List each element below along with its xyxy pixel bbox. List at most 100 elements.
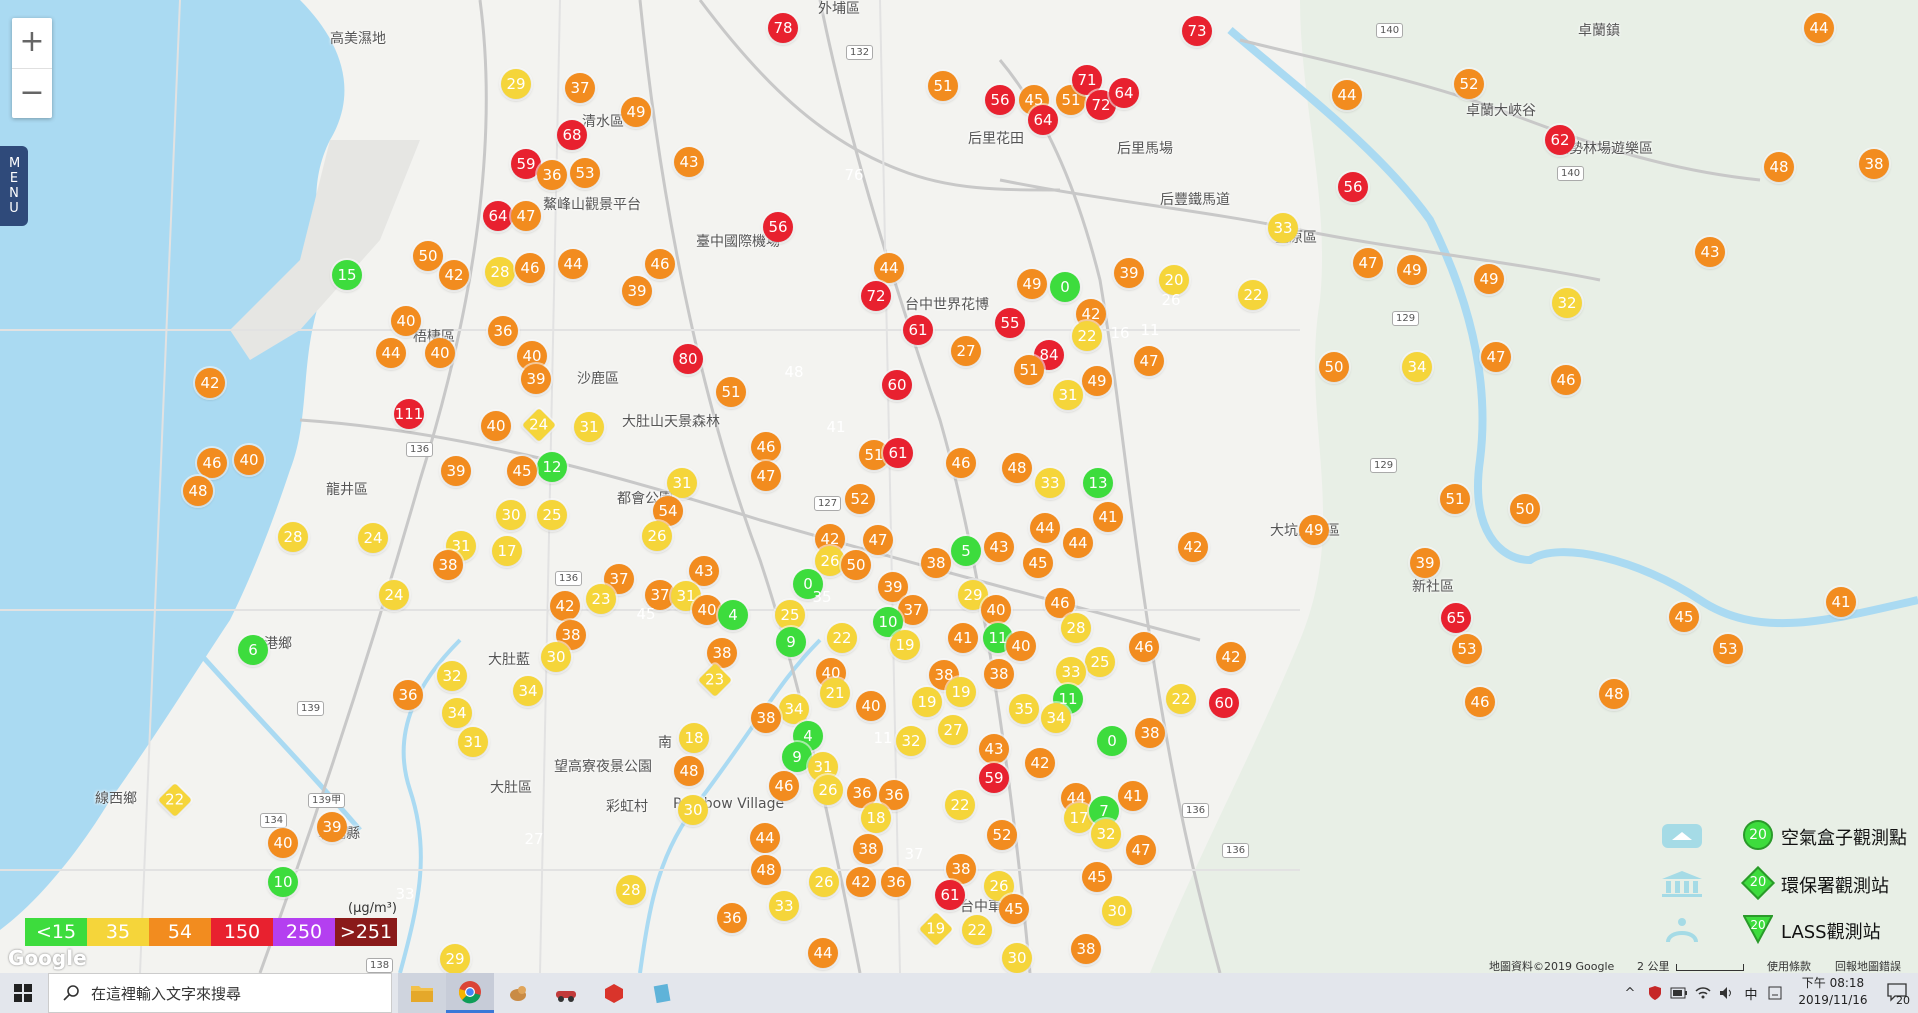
airbox-marker[interactable]: 49 [621, 97, 651, 127]
airbox-marker[interactable]: 6 [238, 635, 268, 665]
airbox-marker[interactable]: 36 [881, 867, 911, 897]
airbox-marker[interactable]: 60 [882, 370, 912, 400]
airbox-marker[interactable]: 46 [515, 253, 545, 283]
airbox-marker[interactable]: 55 [995, 308, 1025, 338]
airbox-marker[interactable]: 48 [751, 855, 781, 885]
airbox-marker[interactable]: 47 [511, 201, 541, 231]
airbox-marker[interactable]: 111 [394, 399, 424, 429]
app-button-1[interactable] [494, 973, 542, 1013]
airbox-marker[interactable]: 41 [948, 623, 978, 653]
airbox-marker[interactable]: 78 [768, 13, 798, 43]
airbox-marker[interactable]: 5 [951, 536, 981, 566]
airbox-marker[interactable]: 46 [197, 448, 227, 478]
airbox-marker[interactable]: 22 [962, 915, 992, 945]
airbox-marker[interactable]: 47 [1126, 835, 1156, 865]
airbox-marker[interactable]: 42 [1025, 748, 1055, 778]
airbox-marker[interactable]: 47 [863, 525, 893, 555]
airbox-marker[interactable]: 80 [673, 344, 703, 374]
airbox-marker[interactable]: 73 [1182, 16, 1212, 46]
airbox-marker[interactable]: 13 [1083, 468, 1113, 498]
taskbar-search-box[interactable]: 在這裡輸入文字來搜尋 [48, 973, 392, 1013]
airbox-marker[interactable]: 48 [1002, 453, 1032, 483]
airbox-marker[interactable]: 31 [458, 727, 488, 757]
airbox-marker[interactable]: 24 [379, 580, 409, 610]
airbox-marker[interactable]: 26 [813, 775, 843, 805]
airbox-marker[interactable]: 22 [1166, 684, 1196, 714]
airbox-marker[interactable]: 22 [827, 623, 857, 653]
airbox-marker[interactable]: 61 [935, 880, 965, 910]
airbox-marker[interactable]: 40 [268, 828, 298, 858]
airbox-marker[interactable]: 39 [521, 364, 551, 394]
airbox-marker[interactable]: 40 [391, 306, 421, 336]
airbox-marker[interactable]: 44 [1804, 13, 1834, 43]
airbox-marker[interactable]: 46 [946, 448, 976, 478]
airbox-marker[interactable]: 43 [674, 147, 704, 177]
lass-station-marker[interactable]: 11 [866, 727, 900, 757]
airbox-marker[interactable]: 65 [1441, 603, 1471, 633]
report-error-link[interactable]: 回報地圖錯誤 [1835, 958, 1901, 973]
system-clock[interactable]: 下午 08:18 2019/11/16 [1790, 975, 1876, 1009]
airbox-marker[interactable]: 48 [674, 756, 704, 786]
map-canvas[interactable]: 高美濕地 清水區 鰲峰山觀景平台 梧棲區 沙鹿區 大肚山天景森林 龍井區 都會公園 大肚藍 大肚區… [0, 0, 1918, 973]
airbox-marker[interactable]: 33 [769, 891, 799, 921]
airbox-marker[interactable]: 36 [488, 316, 518, 346]
airbox-marker[interactable]: 44 [1030, 513, 1060, 543]
airbox-marker[interactable]: 19 [946, 677, 976, 707]
airbox-marker[interactable]: 40 [981, 595, 1011, 625]
airbox-marker[interactable]: 45 [999, 894, 1029, 924]
airbox-marker[interactable]: 44 [1063, 528, 1093, 558]
airbox-marker[interactable]: 23 [586, 584, 616, 614]
airbox-marker[interactable]: 51 [716, 377, 746, 407]
lass-station-marker[interactable]: 26 [1154, 289, 1188, 319]
airbox-marker[interactable]: 9 [776, 627, 806, 657]
airbox-marker[interactable]: 24 [358, 523, 388, 553]
airbox-marker[interactable]: 50 [1510, 494, 1540, 524]
airbox-marker[interactable]: 38 [921, 548, 951, 578]
airbox-marker[interactable]: 38 [433, 550, 463, 580]
airbox-marker[interactable]: 72 [861, 281, 891, 311]
airbox-marker[interactable]: 46 [1465, 687, 1495, 717]
airbox-marker[interactable]: 47 [751, 461, 781, 491]
airbox-marker[interactable]: 34 [513, 676, 543, 706]
airbox-marker[interactable]: 25 [775, 600, 805, 630]
lass-station-marker[interactable]: 35 [805, 586, 839, 616]
airbox-marker[interactable]: 30 [1002, 943, 1032, 973]
airbox-marker[interactable]: 39 [441, 456, 471, 486]
lass-station-marker[interactable]: 27 [517, 828, 551, 858]
airbox-marker[interactable]: 25 [1085, 647, 1115, 677]
airbox-marker[interactable]: 17 [492, 536, 522, 566]
airbox-marker[interactable]: 33 [1056, 657, 1086, 687]
airbox-marker[interactable]: 59 [979, 763, 1009, 793]
airbox-marker[interactable]: 46 [769, 771, 799, 801]
airbox-marker[interactable]: 29 [440, 944, 470, 973]
airbox-marker[interactable]: 38 [1135, 718, 1165, 748]
airbox-marker[interactable]: 27 [951, 336, 981, 366]
airbox-marker[interactable]: 43 [984, 532, 1014, 562]
airbox-marker[interactable]: 50 [1319, 352, 1349, 382]
airbox-marker[interactable]: 56 [1338, 172, 1368, 202]
airbox-marker[interactable]: 44 [1332, 80, 1362, 110]
airbox-marker[interactable]: 53 [570, 158, 600, 188]
lass-station-marker[interactable]: 76 [837, 164, 871, 194]
airbox-marker[interactable]: 56 [985, 85, 1015, 115]
airbox-marker[interactable]: 34 [1041, 703, 1071, 733]
airbox-marker[interactable]: 22 [1238, 280, 1268, 310]
airbox-marker[interactable]: 32 [1552, 288, 1582, 318]
airbox-marker[interactable]: 40 [856, 691, 886, 721]
airbox-marker[interactable]: 40 [1006, 631, 1036, 661]
airbox-marker[interactable]: 32 [437, 661, 467, 691]
airbox-marker[interactable]: 10 [268, 867, 298, 897]
airbox-marker[interactable]: 18 [861, 803, 891, 833]
airbox-marker[interactable]: 51 [1014, 355, 1044, 385]
airbox-marker[interactable]: 39 [1410, 548, 1440, 578]
airbox-marker[interactable]: 47 [1134, 346, 1164, 376]
airbox-marker[interactable]: 29 [501, 69, 531, 99]
airbox-marker[interactable]: 42 [1216, 642, 1246, 672]
airbox-marker[interactable]: 41 [1118, 781, 1148, 811]
airbox-marker[interactable]: 32 [896, 726, 926, 756]
airbox-marker[interactable]: 44 [376, 338, 406, 368]
tray-security-button[interactable] [1644, 973, 1666, 1013]
airbox-marker[interactable]: 38 [984, 659, 1014, 689]
airbox-marker[interactable]: 38 [751, 703, 781, 733]
airbox-marker[interactable]: 26 [809, 867, 839, 897]
